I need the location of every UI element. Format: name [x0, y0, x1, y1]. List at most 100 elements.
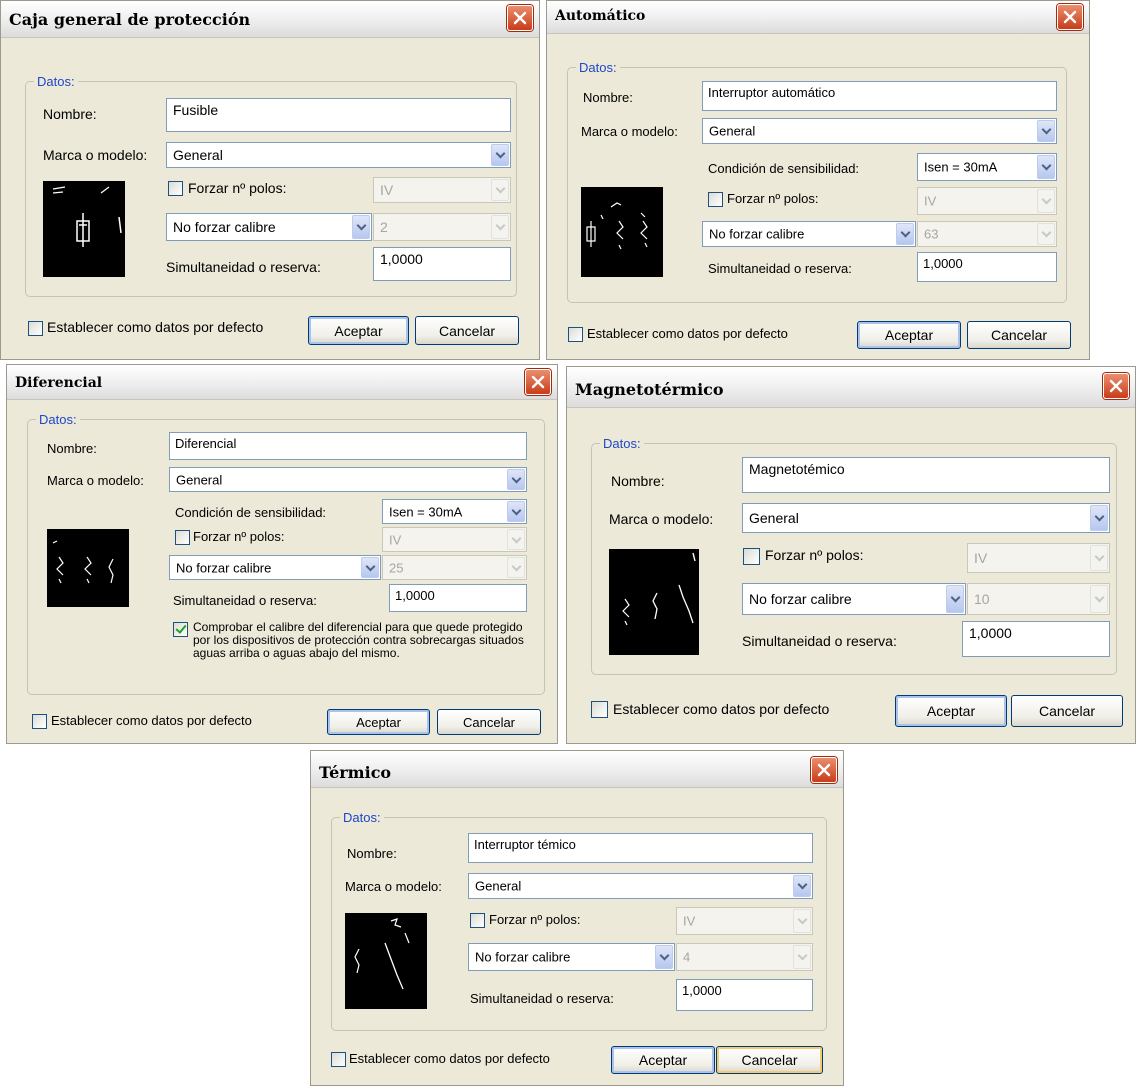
forzar-polos-checkbox[interactable] — [168, 181, 183, 196]
chevron-down-icon[interactable] — [1037, 155, 1055, 179]
titlebar[interactable]: Caja general de protección — [1, 1, 539, 38]
simultaneidad-input[interactable]: 1,0000 — [962, 621, 1110, 657]
titlebar[interactable]: Diferencial — [7, 365, 557, 400]
forzar-polos-label: Forzar nº polos: — [193, 529, 285, 544]
forzar-polos-checkbox[interactable] — [743, 548, 760, 565]
close-button[interactable] — [811, 757, 837, 783]
polos-select[interactable]: IV — [967, 543, 1110, 573]
chevron-down-icon[interactable] — [1037, 189, 1055, 213]
polos-select[interactable]: IV — [373, 177, 511, 203]
marca-select[interactable]: General — [166, 142, 511, 168]
chevron-down-icon[interactable] — [793, 945, 811, 969]
forzar-polos-label: Forzar nº polos: — [727, 191, 819, 206]
nombre-input[interactable]: Interruptor automático — [702, 81, 1057, 111]
close-button[interactable] — [525, 369, 551, 395]
forzar-polos-checkbox[interactable] — [470, 913, 485, 928]
calibre-num-value: 63 — [924, 226, 939, 242]
marca-select[interactable]: General — [169, 467, 527, 492]
sensibilidad-select[interactable]: Isen = 30mA — [917, 153, 1057, 181]
defecto-checkbox[interactable] — [32, 714, 47, 729]
chevron-down-icon[interactable] — [896, 223, 914, 245]
polos-select[interactable]: IV — [676, 907, 813, 935]
chevron-down-icon[interactable] — [1090, 545, 1108, 571]
aceptar-button[interactable]: Aceptar — [611, 1046, 715, 1074]
calibre-num-value: 2 — [380, 219, 388, 235]
chevron-down-icon[interactable] — [352, 215, 370, 239]
nombre-input[interactable]: Fusible — [166, 98, 511, 132]
chevron-down-icon[interactable] — [361, 557, 379, 578]
marca-select[interactable]: General — [468, 873, 813, 899]
marca-select[interactable]: General — [702, 118, 1057, 144]
chevron-down-icon[interactable] — [1037, 223, 1055, 245]
close-button[interactable] — [1057, 4, 1083, 30]
aceptar-button[interactable]: Aceptar — [308, 316, 409, 345]
titlebar[interactable]: Térmico — [311, 751, 843, 788]
chevron-down-icon[interactable] — [1090, 505, 1108, 531]
simultaneidad-input[interactable]: 1,0000 — [373, 247, 511, 281]
chevron-down-icon[interactable] — [793, 909, 811, 933]
comprobar-checkbox[interactable] — [173, 622, 188, 637]
calibre-value: No forzar calibre — [749, 591, 852, 607]
chevron-down-icon[interactable] — [655, 945, 673, 969]
chevron-down-icon[interactable] — [507, 469, 525, 490]
chevron-down-icon[interactable] — [491, 215, 509, 239]
calibre-select[interactable]: No forzar calibre — [166, 213, 372, 241]
titlebar[interactable]: Automático — [547, 1, 1089, 34]
nombre-input[interactable]: Magnetotémico — [742, 457, 1110, 493]
chevron-down-icon[interactable] — [491, 179, 509, 201]
chevron-down-icon[interactable] — [793, 875, 811, 897]
close-x-icon — [1063, 10, 1077, 24]
calibre-select[interactable]: No forzar calibre — [169, 555, 381, 580]
close-button[interactable] — [1103, 373, 1129, 399]
cancelar-button[interactable]: Cancelar — [967, 321, 1071, 349]
marca-label: Marca o modelo: — [581, 124, 678, 139]
dialog-termico: Térmico Datos: Nombre: Interruptor témic… — [310, 750, 844, 1086]
chevron-down-icon[interactable] — [946, 585, 964, 613]
aceptar-button[interactable]: Aceptar — [857, 321, 961, 349]
chevron-down-icon[interactable] — [1090, 585, 1108, 613]
close-button[interactable] — [507, 5, 533, 31]
calibre-num-value: 10 — [974, 591, 990, 607]
chevron-down-icon[interactable] — [507, 529, 525, 550]
forzar-polos-checkbox[interactable] — [708, 192, 723, 207]
polos-select[interactable]: IV — [917, 187, 1057, 215]
calibre-num-select[interactable]: 25 — [382, 555, 527, 580]
calibre-num-select[interactable]: 2 — [373, 213, 511, 241]
cancelar-button[interactable]: Cancelar — [437, 709, 541, 735]
sensibilidad-select[interactable]: Isen = 30mA — [382, 499, 527, 524]
calibre-num-select[interactable]: 63 — [917, 221, 1057, 247]
chevron-down-icon[interactable] — [1037, 120, 1055, 142]
calibre-num-select[interactable]: 4 — [676, 943, 813, 971]
cancelar-button[interactable]: Cancelar — [415, 316, 519, 345]
nombre-input[interactable]: Interruptor témico — [468, 833, 813, 863]
simultaneidad-input[interactable]: 1,0000 — [389, 584, 527, 612]
cancelar-button[interactable]: Cancelar — [1011, 695, 1123, 727]
dialog-title: Diferencial — [15, 375, 103, 391]
chevron-down-icon[interactable] — [507, 501, 525, 522]
cancelar-button[interactable]: Cancelar — [716, 1046, 823, 1074]
chevron-down-icon[interactable] — [507, 557, 525, 578]
polos-select[interactable]: IV — [382, 527, 527, 552]
calibre-select[interactable]: No forzar calibre — [742, 583, 966, 615]
chevron-down-icon[interactable] — [491, 144, 509, 166]
defecto-label: Establecer como datos por defecto — [349, 1051, 550, 1066]
defecto-label: Establecer como datos por defecto — [587, 326, 788, 341]
calibre-select[interactable]: No forzar calibre — [468, 943, 675, 971]
nombre-input[interactable]: Diferencial — [169, 432, 527, 460]
marca-value: General — [749, 510, 799, 526]
defecto-checkbox[interactable] — [28, 321, 43, 336]
marca-select[interactable]: General — [742, 503, 1110, 533]
aceptar-button[interactable]: Aceptar — [327, 709, 430, 735]
simultaneidad-input[interactable]: 1,0000 — [917, 252, 1057, 282]
defecto-checkbox[interactable] — [591, 701, 608, 718]
simultaneidad-input[interactable]: 1,0000 — [676, 979, 813, 1011]
titlebar[interactable]: Magnetotérmico — [567, 367, 1135, 408]
calibre-num-select[interactable]: 10 — [967, 583, 1110, 615]
defecto-checkbox[interactable] — [568, 327, 583, 342]
calibre-value: No forzar calibre — [475, 949, 571, 965]
forzar-polos-checkbox[interactable] — [175, 530, 190, 545]
aceptar-button[interactable]: Aceptar — [895, 695, 1007, 727]
calibre-select[interactable]: No forzar calibre — [702, 221, 916, 247]
defecto-checkbox[interactable] — [331, 1052, 346, 1067]
simultaneidad-label: Simultaneidad o reserva: — [166, 259, 321, 275]
